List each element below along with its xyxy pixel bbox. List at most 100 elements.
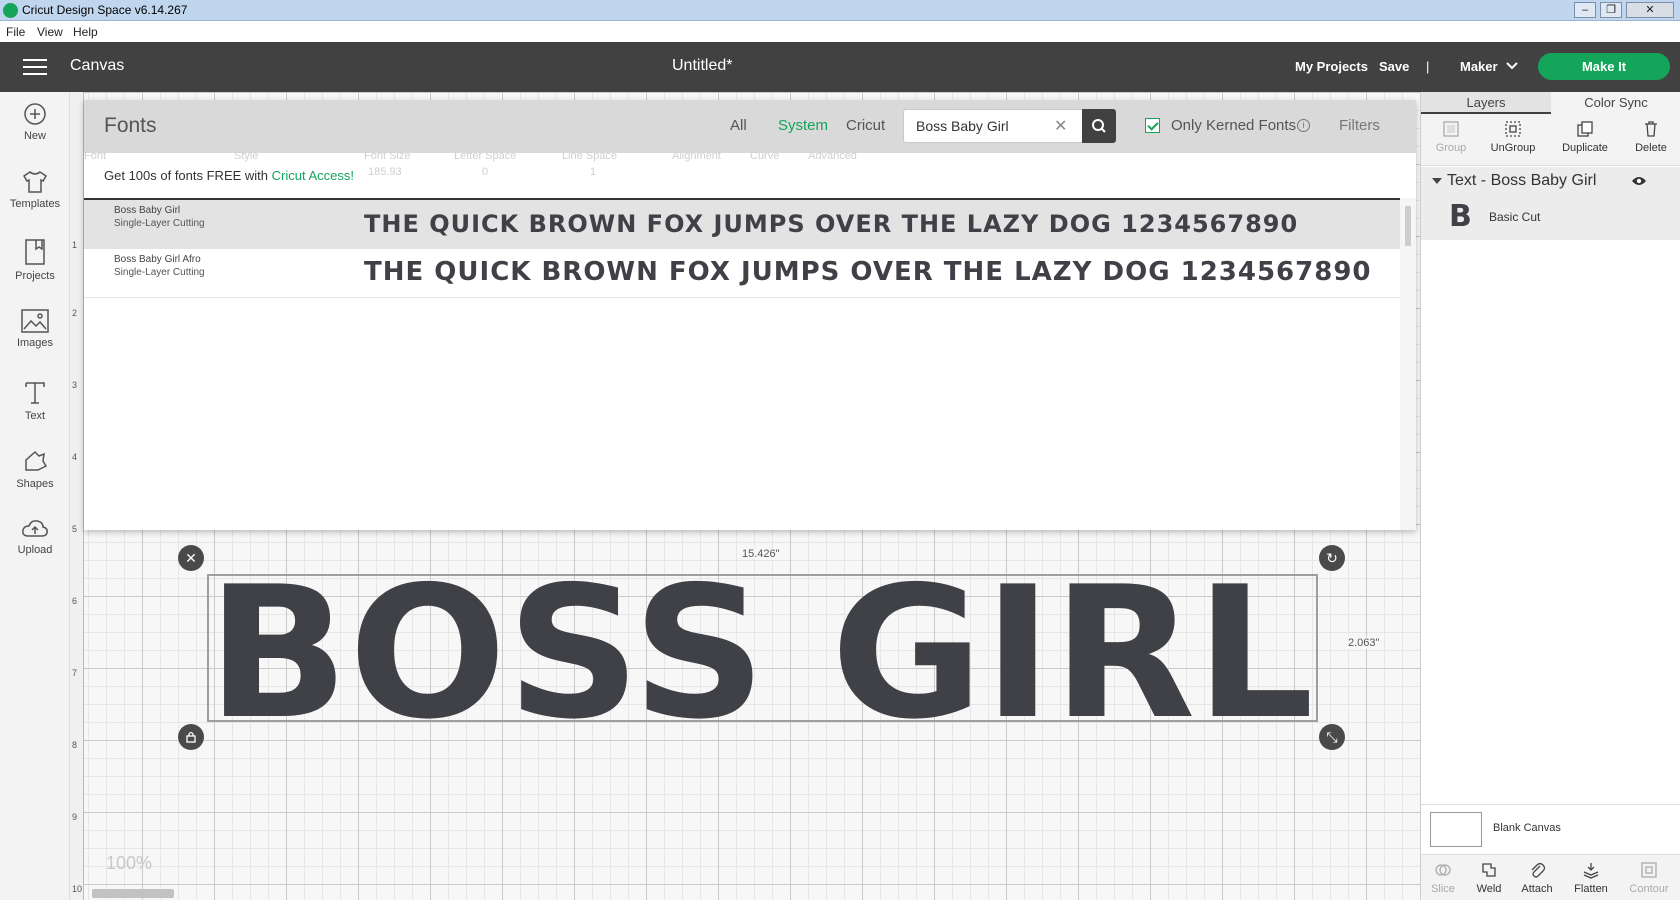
attach-button[interactable]: Attach [1507,861,1567,895]
sidebar-label-text: Text [24,410,46,422]
clear-search-icon[interactable]: ✕ [1054,116,1067,136]
faint-label: Style [234,150,259,162]
ruler-number: 1 [72,240,78,250]
my-projects-link[interactable]: My Projects [1295,59,1368,74]
make-it-button[interactable]: Make It [1538,53,1670,80]
hamburger-menu-icon[interactable] [23,59,47,77]
flatten-button[interactable]: Flatten [1561,861,1621,895]
sidebar-item-text[interactable]: Text [0,380,70,422]
promo-text: Get 100s of fonts FREE with [104,168,272,183]
minimize-button[interactable]: – [1574,2,1596,18]
chevron-down-icon[interactable] [1505,59,1519,74]
bottom-tools: Slice Weld Attach Flatten Contour [1421,854,1680,900]
weld-icon [1482,863,1496,877]
save-button[interactable]: Save [1379,59,1409,74]
sidebar-item-upload[interactable]: Upload [0,518,70,556]
sidebar-item-templates[interactable]: Templates [0,170,70,210]
font-type: Single-Layer Cutting [114,267,205,278]
rotate-icon[interactable]: ↻ [1319,545,1345,571]
delete-selection-icon[interactable]: ✕ [178,545,204,571]
right-panel-tabs: Layers Color Sync [1421,92,1680,114]
faint-label: Font [84,150,107,162]
close-window-button[interactable]: ✕ [1626,2,1674,18]
paperclip-icon [1531,862,1546,878]
resize-icon[interactable]: ⤡ [1319,724,1345,750]
duplicate-button[interactable]: Duplicate [1555,120,1615,154]
ungroup-label: UnGroup [1490,142,1536,154]
horizontal-scrollbar[interactable] [92,889,174,898]
left-sidebar: New Templates Projects Images Text Shape… [0,92,70,900]
maximize-button[interactable]: ❐ [1600,2,1622,18]
font-row-boss-baby-girl-afro[interactable]: Boss Baby Girl Afro Single-Layer Cutting… [84,249,1400,298]
menu-file[interactable]: File [6,25,25,39]
layer-title: Text - Boss Baby Girl [1447,172,1597,189]
tab-system[interactable]: System [778,117,828,134]
right-panel: Layers Color Sync Group UnGroup Duplicat… [1420,92,1680,900]
sidebar-label-new: New [23,130,46,142]
blank-canvas-label: Blank Canvas [1493,822,1561,834]
layer-item[interactable]: Text - Boss Baby Girl B Basic Cut [1421,167,1680,240]
cricut-access-link[interactable]: Cricut Access! [272,168,354,183]
contour-button[interactable]: Contour [1619,861,1679,895]
lock-icon[interactable] [178,724,204,750]
menu-bar: File View Help [0,21,1680,42]
only-kerned-checkbox[interactable] [1145,118,1160,133]
expand-triangle-icon[interactable] [1432,178,1442,184]
faint-label: Font Size [364,150,411,162]
visibility-eye-icon[interactable] [1631,175,1647,190]
sidebar-label-images: Images [16,337,54,349]
tab-layers[interactable]: Layers [1421,92,1551,114]
sidebar-item-images[interactable]: Images [0,309,70,349]
group-button[interactable]: Group [1421,120,1481,154]
height-dimension: 2.063" [1346,637,1382,649]
ruler-number: 7 [72,668,78,678]
fonts-panel: Fonts All System Cricut ✕ Only Kerned Fo… [84,100,1416,530]
width-dimension: 15.426" [740,548,782,560]
info-icon[interactable]: i [1297,119,1310,132]
ruler-number: 6 [72,596,78,606]
menu-view[interactable]: View [37,25,63,39]
tab-all[interactable]: All [730,117,747,134]
machine-select[interactable]: Maker [1460,59,1498,74]
slice-label: Slice [1431,883,1455,895]
contour-label: Contour [1629,883,1669,895]
font-sample: THE QUICK BROWN FOX JUMPS OVER THE LAZY … [364,257,1372,287]
blank-canvas-swatch[interactable] [1430,812,1482,847]
boss-girl-text-object[interactable]: BOSS GIRL [207,574,1318,722]
tab-color-sync[interactable]: Color Sync [1551,92,1680,114]
sidebar-item-new[interactable]: New [0,102,70,142]
faint-label: Letter Space [454,150,517,162]
ruler-number: 2 [72,308,78,318]
sidebar-label-upload: Upload [17,544,53,556]
search-button[interactable] [1082,109,1116,143]
cricut-access-promo: Get 100s of fonts FREE with Cricut Acces… [104,168,354,183]
fonts-panel-title: Fonts [104,114,157,137]
zoom-level[interactable]: 100% [106,853,152,874]
sidebar-item-projects[interactable]: Projects [0,238,70,282]
weld-label: Weld [1476,883,1502,895]
ungroup-button[interactable]: UnGroup [1483,120,1543,154]
ruler-number: 3 [72,380,78,390]
fonts-scrollbar[interactable] [1400,198,1416,530]
font-results-list: Boss Baby Girl Single-Layer Cutting THE … [84,198,1400,530]
font-row-boss-baby-girl[interactable]: Boss Baby Girl Single-Layer Cutting THE … [84,200,1400,249]
sidebar-item-shapes[interactable]: Shapes [0,448,70,490]
faint-label: 1 [590,166,597,178]
group-label: Group [1435,142,1467,154]
search-icon [1092,119,1106,133]
layer-operation[interactable]: Basic Cut [1489,210,1540,224]
menu-help[interactable]: Help [73,25,98,39]
font-name: Boss Baby Girl Afro [114,254,201,265]
filters-button[interactable]: Filters [1339,117,1380,134]
only-kerned-label: Only Kerned Fonts [1171,117,1297,134]
delete-button[interactable]: Delete [1621,120,1680,154]
delete-label: Delete [1635,142,1667,154]
ungroup-icon [1505,121,1521,137]
flatten-label: Flatten [1574,883,1608,895]
sidebar-label-templates: Templates [9,198,61,210]
fonts-panel-header: Fonts All System Cricut ✕ Only Kerned Fo… [84,100,1416,153]
tab-cricut[interactable]: Cricut [846,117,885,134]
duplicate-icon [1577,121,1593,137]
flatten-icon [1583,863,1599,879]
document-title: Untitled* [672,57,733,74]
